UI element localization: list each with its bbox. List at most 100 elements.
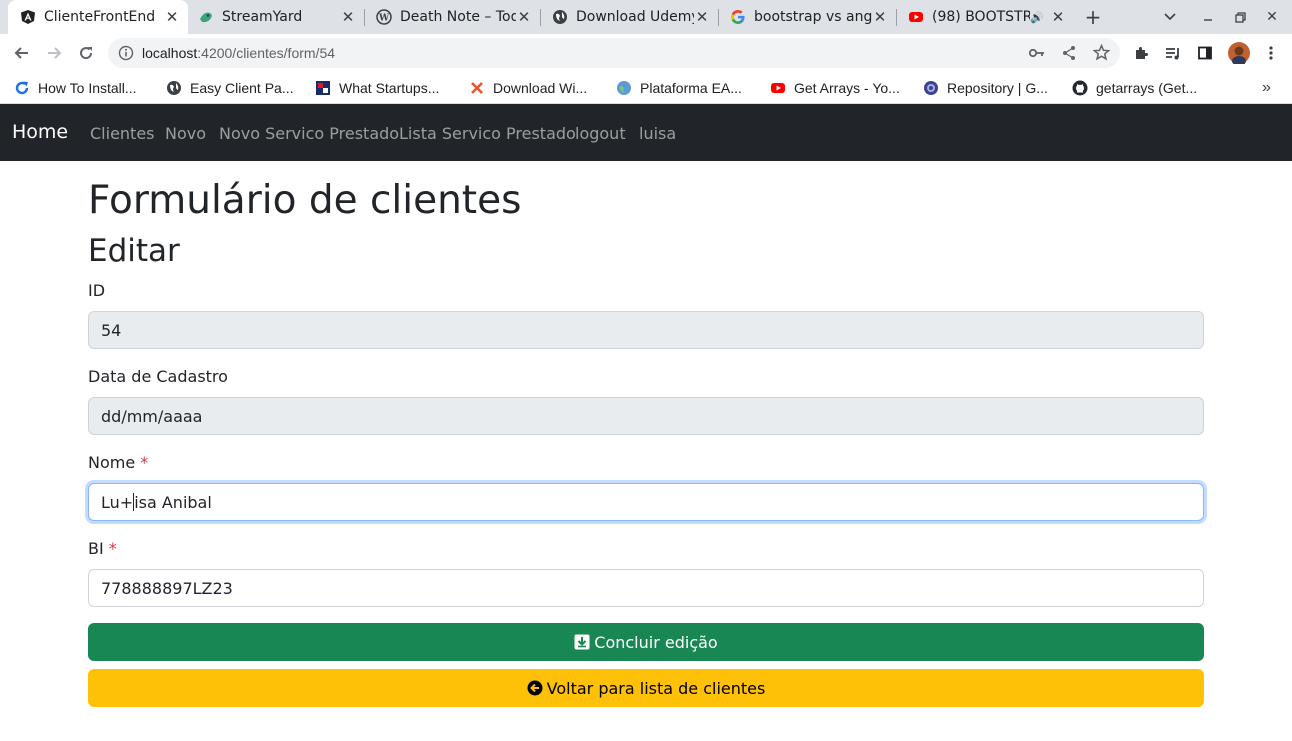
nav-link-novo[interactable]: Novo bbox=[165, 124, 206, 143]
bookmark-download-wi[interactable]: Download Wi... bbox=[469, 78, 587, 98]
restore-icon[interactable] bbox=[1230, 8, 1250, 26]
id-field[interactable]: 54 bbox=[88, 311, 1204, 349]
site-info-icon[interactable] bbox=[118, 45, 134, 65]
minimize-icon[interactable] bbox=[1198, 8, 1218, 26]
required-marker: * bbox=[108, 539, 117, 558]
bookmark-plataforma-ea[interactable]: Plataforma EA... bbox=[616, 78, 742, 98]
youtube-icon bbox=[770, 80, 786, 96]
date-label: Data de Cadastro bbox=[88, 367, 228, 386]
bi-label-text: BI bbox=[88, 539, 104, 558]
page-subtitle: Editar bbox=[88, 233, 180, 269]
side-panel-icon[interactable] bbox=[1195, 43, 1215, 63]
tab-label: Death Note – Todos bbox=[400, 9, 516, 25]
bookmark-what-startups[interactable]: What Startups... bbox=[315, 78, 439, 98]
save-button-label: Concluir edição bbox=[594, 632, 718, 652]
repository-icon bbox=[923, 80, 939, 96]
back-icon[interactable] bbox=[8, 39, 36, 67]
name-input[interactable]: Lu+ isa Anibal bbox=[88, 483, 1204, 521]
save-button[interactable]: Concluir edição bbox=[88, 623, 1204, 661]
bookmark-label: Plataforma EA... bbox=[640, 80, 742, 96]
bookmark-how-to-install[interactable]: How To Install... bbox=[14, 78, 137, 98]
bookmark-label: getarrays (Get... bbox=[1096, 80, 1198, 96]
bi-value: 778888897LZ23 bbox=[101, 578, 233, 598]
flag-icon bbox=[315, 80, 331, 96]
nav-link-user[interactable]: luisa bbox=[639, 124, 676, 143]
bookmark-getarrays-github[interactable]: getarrays (Get... bbox=[1072, 78, 1197, 98]
bookmark-star-icon[interactable] bbox=[1092, 43, 1111, 65]
bi-input[interactable]: 778888897LZ23 bbox=[88, 569, 1204, 607]
globe-blue-icon bbox=[616, 80, 632, 96]
address-bar[interactable]: localhost:4200/clientes/form/54 bbox=[108, 38, 1120, 68]
name-label: Nome * bbox=[88, 453, 148, 472]
app-navbar: Home Clientes Novo Novo Servico Prestado… bbox=[0, 104, 1292, 161]
download-box-icon bbox=[574, 634, 590, 650]
bookmark-label: How To Install... bbox=[38, 80, 137, 96]
id-label: ID bbox=[88, 281, 106, 300]
more-menu-icon[interactable] bbox=[1261, 43, 1281, 63]
close-icon[interactable]: ✕ bbox=[164, 8, 180, 26]
tab-youtube-bootstrap[interactable]: (98) BOOTSTRAP 🔊 ✕ bbox=[896, 0, 1074, 34]
nav-link-lista-servico[interactable]: Lista Servico Prestado bbox=[399, 124, 576, 143]
nav-link-logout[interactable]: logout bbox=[575, 124, 626, 143]
url-host: localhost bbox=[142, 45, 198, 61]
bookmarks-overflow-icon[interactable]: » bbox=[1262, 78, 1271, 98]
url-path: :4200/clientes/form/54 bbox=[197, 45, 336, 61]
forward-icon[interactable] bbox=[40, 39, 68, 67]
bookmark-label: What Startups... bbox=[339, 80, 440, 96]
wordpress-icon: W bbox=[376, 9, 392, 25]
tab-label: Download Udemy bbox=[576, 9, 694, 25]
bookmark-label: Easy Client Pa... bbox=[190, 80, 294, 96]
tab-streamyard[interactable]: StreamYard ✕ bbox=[186, 0, 364, 34]
date-field[interactable]: dd/mm/aaaa bbox=[88, 397, 1204, 435]
youtube-icon bbox=[908, 9, 924, 25]
github-icon bbox=[1072, 80, 1088, 96]
name-label-text: Nome bbox=[88, 453, 136, 472]
tab-bootstrap-vs-angular[interactable]: bootstrap vs angular ✕ bbox=[718, 0, 896, 34]
tab-clientefrontend[interactable]: ClienteFrontEnd ✕ bbox=[8, 0, 188, 34]
url-text: localhost:4200/clientes/form/54 bbox=[142, 45, 335, 61]
share-icon[interactable] bbox=[1061, 45, 1077, 65]
avatar[interactable] bbox=[1227, 41, 1251, 65]
arrow-left-circle-icon bbox=[527, 680, 543, 696]
tab-death-note[interactable]: W Death Note – Todos ✕ bbox=[364, 0, 540, 34]
navbar-brand[interactable]: Home bbox=[12, 121, 68, 143]
back-to-list-button[interactable]: Voltar para lista de clientes bbox=[88, 669, 1204, 707]
name-value-part-1: Lu+ bbox=[101, 492, 134, 512]
refresh-blue-icon bbox=[14, 80, 30, 96]
required-marker: * bbox=[140, 453, 149, 472]
google-icon bbox=[730, 9, 746, 25]
close-icon[interactable]: ✕ bbox=[694, 8, 710, 26]
globe-icon bbox=[166, 80, 182, 96]
close-icon[interactable]: ✕ bbox=[1050, 8, 1066, 26]
nav-link-clientes[interactable]: Clientes bbox=[90, 124, 155, 143]
streamyard-icon bbox=[198, 9, 214, 25]
x-icon bbox=[469, 80, 485, 96]
bookmark-label: Get Arrays - Yo... bbox=[794, 80, 900, 96]
bookmark-get-arrays[interactable]: Get Arrays - Yo... bbox=[770, 78, 900, 98]
close-icon[interactable]: ✕ bbox=[872, 8, 888, 26]
svg-text:W: W bbox=[378, 14, 390, 24]
reload-icon[interactable] bbox=[72, 39, 100, 67]
browser-toolbar: localhost:4200/clientes/form/54 bbox=[0, 34, 1292, 72]
extensions-puzzle-icon[interactable] bbox=[1131, 43, 1151, 63]
tab-label: StreamYard bbox=[222, 9, 303, 25]
bookmark-repository[interactable]: Repository | G... bbox=[923, 78, 1048, 98]
nav-link-novo-servico[interactable]: Novo Servico Prestado bbox=[219, 124, 399, 143]
tab-label: (98) BOOTSTRAP bbox=[932, 9, 1031, 25]
bookmark-label: Download Wi... bbox=[493, 80, 588, 96]
reading-list-icon[interactable] bbox=[1163, 43, 1183, 63]
close-icon[interactable]: ✕ bbox=[340, 8, 356, 26]
tab-search-chevron-icon[interactable] bbox=[1160, 8, 1180, 26]
speaker-icon[interactable]: 🔊 bbox=[1030, 11, 1044, 24]
name-value-part-2: isa Anibal bbox=[134, 492, 212, 512]
bookmarks-bar: How To Install... Easy Client Pa... What… bbox=[0, 72, 1292, 104]
bookmark-easy-client[interactable]: Easy Client Pa... bbox=[166, 78, 294, 98]
close-icon[interactable]: ✕ bbox=[516, 8, 532, 26]
tab-download-udemy[interactable]: Download Udemy ✕ bbox=[540, 0, 718, 34]
key-icon[interactable] bbox=[1028, 45, 1046, 65]
bookmark-label: Repository | G... bbox=[947, 80, 1048, 96]
window-close-icon[interactable]: ✕ bbox=[1262, 8, 1282, 26]
new-tab-icon[interactable]: + bbox=[1083, 5, 1103, 29]
date-placeholder: dd/mm/aaaa bbox=[101, 406, 203, 426]
tab-label: ClienteFrontEnd bbox=[44, 9, 156, 25]
